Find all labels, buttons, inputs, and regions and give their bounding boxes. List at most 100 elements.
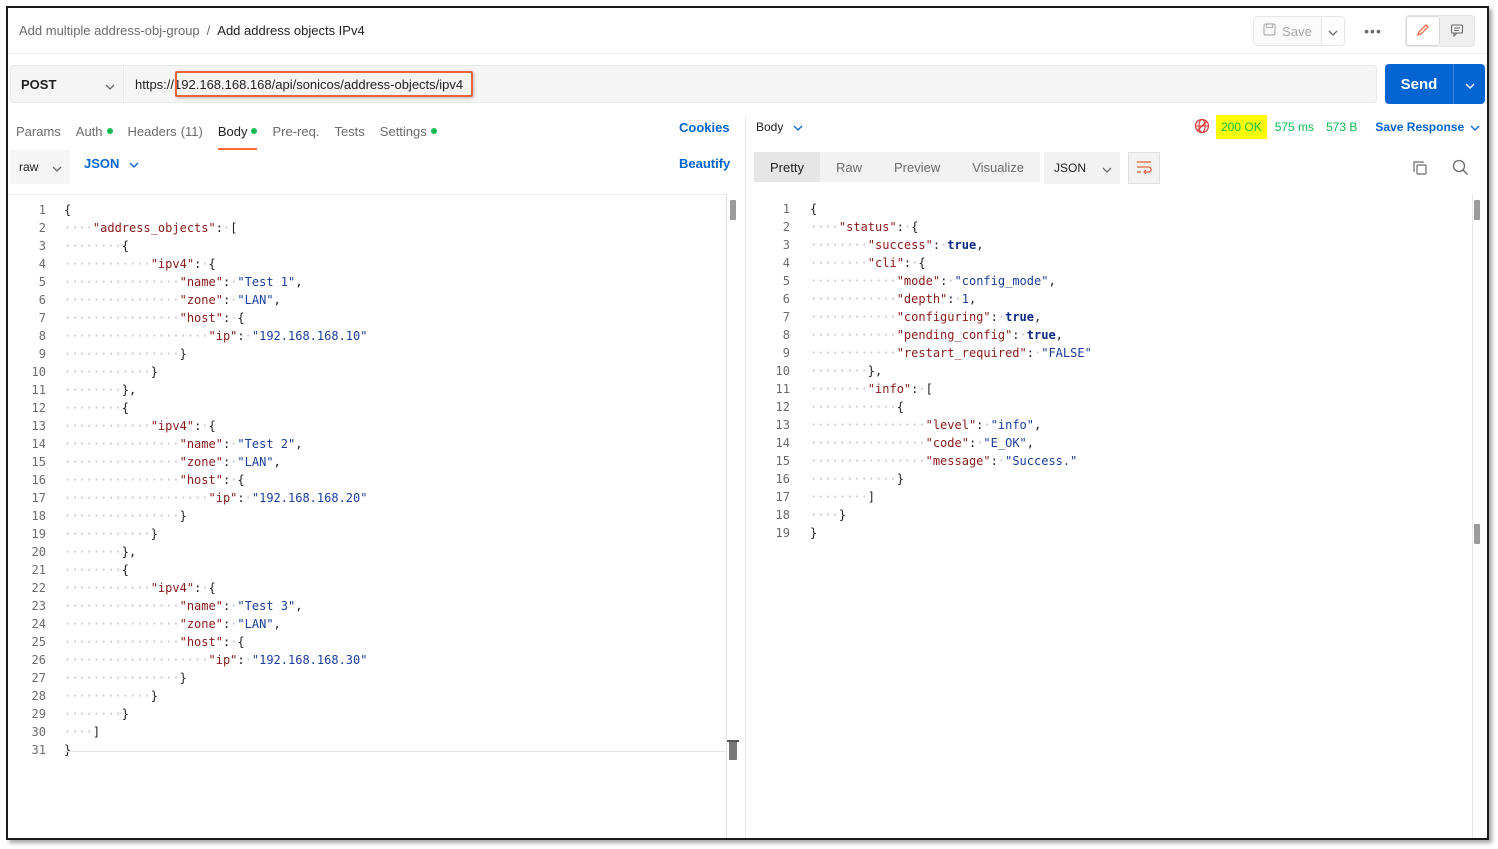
cookies-link[interactable]: Cookies — [679, 120, 730, 135]
tab-auth[interactable]: Auth — [76, 116, 113, 146]
request-code-line[interactable]: ············} — [64, 687, 367, 705]
response-code-line[interactable]: ············"mode":·"config_mode", — [810, 272, 1092, 290]
request-code-line[interactable]: ················} — [64, 669, 367, 687]
request-code-line[interactable]: ····················"ip":·"192.168.168.1… — [64, 327, 367, 345]
response-code-line[interactable]: ················"level":·"info", — [810, 416, 1092, 434]
request-line-number: 25 — [31, 635, 46, 649]
editor-scrollbar-top[interactable] — [730, 200, 736, 220]
request-line-number: 18 — [31, 509, 46, 523]
request-code-line[interactable]: ················"host":·{ — [64, 309, 367, 327]
response-code-line[interactable]: ············"restart_required":·"FALSE" — [810, 344, 1092, 362]
request-code-line[interactable]: ········{ — [64, 561, 367, 579]
request-code-line[interactable]: ········}, — [64, 543, 367, 561]
save-options-button[interactable] — [1321, 16, 1345, 46]
request-code-line[interactable]: ····"address_objects":·[ — [64, 219, 367, 237]
request-code-line[interactable]: ················"zone":·"LAN", — [64, 291, 367, 309]
response-code-line[interactable]: ············"depth":·1, — [810, 290, 1092, 308]
more-options-button[interactable]: ••• — [1361, 16, 1385, 46]
response-code-line[interactable]: ············} — [810, 470, 1092, 488]
beautify-button[interactable]: Beautify — [679, 156, 730, 171]
comments-mode-button[interactable] — [1440, 16, 1474, 46]
body-language-select[interactable]: JSON — [84, 156, 139, 171]
request-code-line[interactable]: ····················"ip":·"192.168.168.3… — [64, 651, 367, 669]
request-code-line[interactable]: ················"name":·"Test 3", — [64, 597, 367, 615]
response-scrollbar-top[interactable] — [1474, 200, 1480, 220]
response-section-select[interactable]: Body — [756, 120, 803, 134]
save-icon — [1263, 23, 1276, 39]
save-response-button[interactable]: Save Response — [1375, 120, 1480, 134]
method-select[interactable]: POST — [10, 65, 124, 103]
request-code-line[interactable]: ················} — [64, 345, 367, 363]
tab-tests[interactable]: Tests — [334, 116, 364, 146]
request-code-line[interactable]: ········}, — [64, 381, 367, 399]
pane-divider[interactable] — [745, 116, 746, 838]
request-code-line[interactable]: ············} — [64, 525, 367, 543]
copy-icon[interactable] — [1412, 160, 1428, 179]
response-code-line[interactable]: ········] — [810, 488, 1092, 506]
network-globe-icon[interactable] — [1194, 118, 1210, 137]
body-mode-value: raw — [19, 160, 39, 174]
tab-visualize[interactable]: Visualize — [956, 152, 1041, 182]
tab-pretty[interactable]: Pretty — [754, 152, 820, 182]
request-code-line[interactable]: ········} — [64, 705, 367, 723]
request-code-line[interactable]: } — [64, 741, 367, 759]
response-code-line[interactable]: ············"configuring":·true, — [810, 308, 1092, 326]
request-body-code[interactable]: {····"address_objects":·[········{······… — [64, 201, 367, 759]
response-size[interactable]: 573 B — [1326, 120, 1357, 134]
request-code-line[interactable]: ················"zone":·"LAN", — [64, 453, 367, 471]
tab-headers[interactable]: Headers (11) — [128, 116, 203, 146]
request-tabs: Params Auth Headers (11) Body Pre-req. Te… — [16, 116, 452, 150]
response-scrollbar-handle[interactable] — [1474, 524, 1480, 544]
request-code-line[interactable]: ········{ — [64, 399, 367, 417]
response-code-line[interactable]: ····} — [810, 506, 1092, 524]
edit-mode-button[interactable] — [1406, 16, 1440, 46]
search-icon[interactable] — [1452, 159, 1469, 179]
response-code-line[interactable]: ············{ — [810, 398, 1092, 416]
request-code-line[interactable]: ················"host":·{ — [64, 633, 367, 651]
response-code-line[interactable]: ············"pending_config":·true, — [810, 326, 1092, 344]
body-mode-select[interactable]: raw — [10, 150, 70, 184]
response-code-line[interactable]: ····"status":·{ — [810, 218, 1092, 236]
editor-scrollbar-handle[interactable] — [727, 740, 739, 760]
request-body-editor[interactable]: 1 2 3 4 5 6 7 8 9 10 11 12 13 14 15 16 17 18 19 20 21 22 23 24 2… — [8, 194, 726, 757]
response-time[interactable]: 575 ms — [1275, 120, 1314, 134]
response-code-line[interactable]: ········"cli":·{ — [810, 254, 1092, 272]
tab-params[interactable]: Params — [16, 116, 61, 146]
tab-body-label: Body — [217, 123, 248, 139]
response-code-line[interactable]: ················"message":·"Success." — [810, 452, 1092, 470]
tab-prereq[interactable]: Pre-req. — [272, 116, 319, 146]
tab-settings[interactable]: Settings — [380, 116, 437, 146]
request-title[interactable]: Add address objects IPv4 — [217, 23, 364, 38]
request-code-line[interactable]: ············} — [64, 363, 367, 381]
request-code-line[interactable]: ············"ipv4":·{ — [64, 579, 367, 597]
response-code-line[interactable]: ········"success":·true, — [810, 236, 1092, 254]
response-code-line[interactable]: ················"code":·"E_OK", — [810, 434, 1092, 452]
request-code-line[interactable]: ················"host":·{ — [64, 471, 367, 489]
status-code-badge[interactable]: 200 OK — [1216, 115, 1267, 139]
tab-body[interactable]: Body — [217, 116, 258, 150]
response-code-line[interactable]: ········"info":·[ — [810, 380, 1092, 398]
response-body-code[interactable]: {····"status":·{········"success":·true,… — [810, 200, 1092, 542]
request-code-line[interactable]: ················"zone":·"LAN", — [64, 615, 367, 633]
request-code-line[interactable]: ····················"ip":·"192.168.168.2… — [64, 489, 367, 507]
request-code-line[interactable]: ················"name":·"Test 2", — [64, 435, 367, 453]
response-code-line[interactable]: ········}, — [810, 362, 1092, 380]
response-line-number: 14 — [775, 436, 790, 450]
wrap-lines-button[interactable] — [1128, 152, 1160, 184]
response-code-line[interactable]: } — [810, 524, 1092, 542]
response-language-select[interactable]: JSON — [1044, 152, 1120, 184]
request-code-line[interactable]: ················"name":·"Test 1", — [64, 273, 367, 291]
request-code-line[interactable]: ····] — [64, 723, 367, 741]
send-options-button[interactable] — [1454, 77, 1485, 92]
request-code-line[interactable]: ············"ipv4":·{ — [64, 255, 367, 273]
request-code-line[interactable]: ············"ipv4":·{ — [64, 417, 367, 435]
request-code-line[interactable]: { — [64, 201, 367, 219]
tab-preview[interactable]: Preview — [877, 152, 957, 182]
breadcrumb-collection[interactable]: Add multiple address-obj-group — [19, 23, 200, 38]
response-code-line[interactable]: { — [810, 200, 1092, 218]
save-button[interactable]: Save — [1253, 16, 1321, 46]
send-button[interactable]: Send — [1385, 64, 1485, 104]
request-code-line[interactable]: ················} — [64, 507, 367, 525]
tab-raw[interactable]: Raw — [819, 152, 878, 182]
request-code-line[interactable]: ········{ — [64, 237, 367, 255]
